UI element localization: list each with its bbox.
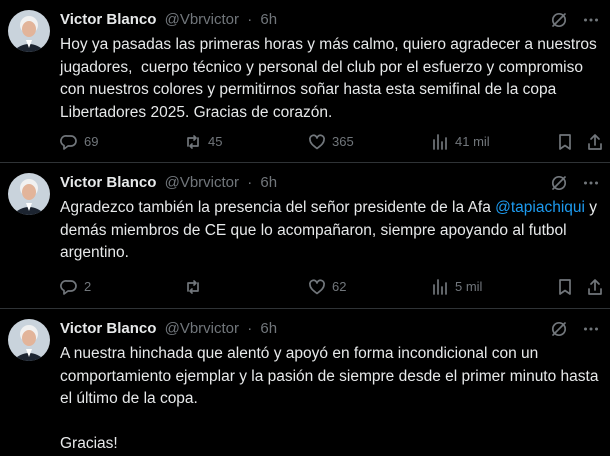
like-count: 62: [332, 279, 347, 294]
like-count: 365: [332, 134, 354, 149]
tweet-text: Agradezco también la presencia del señor…: [60, 197, 600, 265]
bookmark-icon: [559, 134, 571, 150]
grok-icon[interactable]: [550, 11, 568, 29]
reply-button[interactable]: 2: [60, 277, 91, 297]
views-button[interactable]: 5 mil: [431, 277, 482, 297]
views-count: 5 mil: [455, 279, 483, 294]
avatar[interactable]: [8, 173, 50, 215]
reply-icon: [60, 135, 77, 150]
reply-count: 2: [84, 279, 92, 294]
tweet-header: Victor Blanco @Vbrvictor · 6h: [60, 10, 600, 30]
author-handle[interactable]: @Vbrvictor: [165, 174, 239, 191]
more-icon[interactable]: [582, 320, 600, 338]
tweet-text-part: Agradezco también la presencia del señor…: [60, 199, 496, 216]
tweet-actions: 2 62 5 mil: [60, 277, 602, 297]
author-name[interactable]: Victor Blanco: [60, 320, 156, 337]
tweet[interactable]: Victor Blanco @Vbrvictor · 6h A nuestra …: [0, 309, 610, 454]
avatar[interactable]: [8, 10, 50, 52]
like-icon: [309, 279, 325, 295]
author-name[interactable]: Victor Blanco: [60, 174, 156, 191]
more-icon[interactable]: [582, 174, 600, 192]
share-icon: [588, 134, 602, 150]
reply-icon: [60, 280, 77, 295]
avatar[interactable]: [8, 319, 50, 361]
like-button[interactable]: 365: [308, 132, 354, 152]
author-handle[interactable]: @Vbrvictor: [165, 320, 239, 337]
bookmark-button[interactable]: [556, 132, 574, 152]
author-handle[interactable]: @Vbrvictor: [165, 11, 239, 28]
tweet-header: Victor Blanco @Vbrvictor · 6h: [60, 173, 600, 193]
share-icon: [588, 279, 602, 295]
timestamp[interactable]: 6h: [260, 11, 277, 28]
separator: ·: [247, 320, 253, 337]
timestamp[interactable]: 6h: [260, 320, 277, 337]
more-icon[interactable]: [582, 11, 600, 29]
repost-icon: [187, 135, 199, 149]
reply-count: 69: [84, 134, 99, 149]
share-button[interactable]: [586, 132, 604, 152]
repost-count: 45: [208, 134, 223, 149]
repost-icon: [187, 280, 199, 294]
views-count: 41 mil: [455, 134, 490, 149]
separator: ·: [247, 174, 253, 191]
views-icon: [433, 279, 447, 295]
share-button[interactable]: [586, 277, 604, 297]
tweet[interactable]: Victor Blanco @Vbrvictor · 6h Hoy ya pas…: [0, 0, 610, 163]
repost-button[interactable]: [184, 277, 208, 297]
tweet-header: Victor Blanco @Vbrvictor · 6h: [60, 319, 600, 339]
bookmark-button[interactable]: [556, 277, 574, 297]
tweet[interactable]: Victor Blanco @Vbrvictor · 6h Agradezco …: [0, 163, 610, 309]
grok-icon[interactable]: [550, 320, 568, 338]
author-name[interactable]: Victor Blanco: [60, 11, 156, 28]
tweet-text: A nuestra hinchada que alentó y apoyó en…: [60, 345, 599, 452]
like-icon: [309, 134, 325, 150]
timestamp[interactable]: 6h: [260, 174, 277, 191]
mention-link[interactable]: @tapiachiqui: [495, 199, 585, 216]
tweet-actions: 69 45 365 41 mil: [60, 132, 602, 152]
grok-icon[interactable]: [550, 174, 568, 192]
like-button[interactable]: 62: [308, 277, 346, 297]
views-button[interactable]: 41 mil: [431, 132, 490, 152]
views-icon: [433, 134, 447, 150]
bookmark-icon: [559, 279, 571, 295]
separator: ·: [247, 11, 253, 28]
repost-button[interactable]: 45: [184, 132, 222, 152]
tweet-text: Hoy ya pasadas las primeras horas y más …: [60, 36, 602, 121]
reply-button[interactable]: 69: [60, 132, 98, 152]
